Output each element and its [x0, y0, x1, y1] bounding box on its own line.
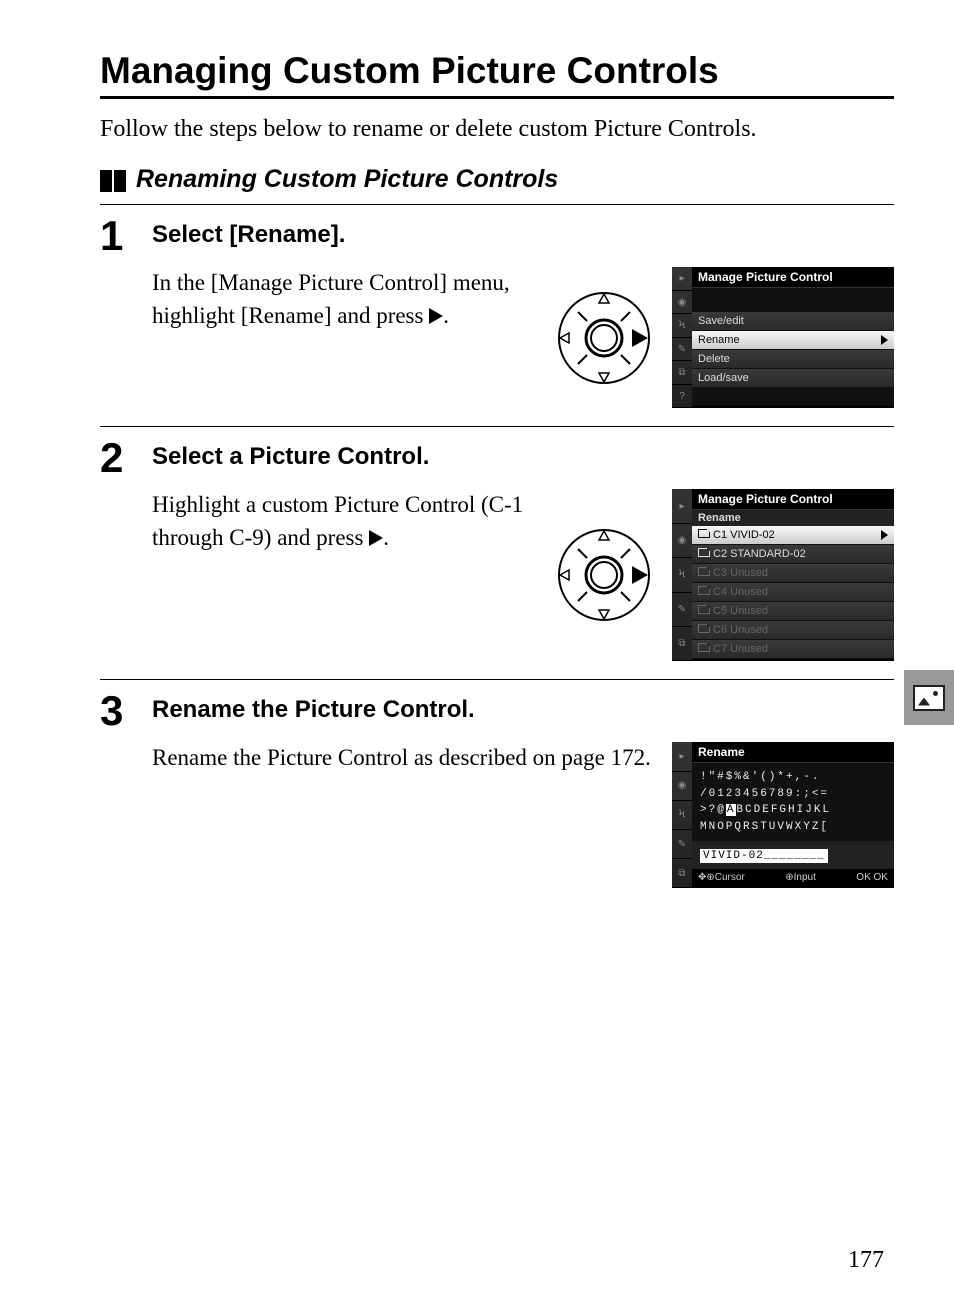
step-2: 2 Select a Picture Control. Highlight a …: [100, 426, 894, 679]
hint-input: ⊕Input: [785, 872, 816, 883]
intro-text: Follow the steps below to rename or dele…: [100, 113, 894, 145]
character-grid: !"#$%&'()*+,-. /0123456789:;<= >?@ABCDEF…: [692, 763, 894, 841]
right-arrow-icon: [881, 530, 888, 540]
lcd-subtitle: Rename: [692, 510, 894, 526]
step-1: 1 Select [Rename]. In the [Manage Pictur…: [100, 204, 894, 426]
picture-control-item: C3 Unused: [692, 564, 894, 583]
lcd-tab-icon: ✎: [672, 338, 692, 362]
lcd-manage-menu: ▸ ◉ Ϟ ✎ ⧉ ? Manage Picture Control Save/…: [672, 267, 894, 408]
step-text: Highlight a custom Picture Control (C-1 …: [152, 489, 540, 553]
subheading-text: Renaming Custom Picture Controls: [136, 165, 558, 194]
lcd-tab-icon: Ϟ: [672, 314, 692, 338]
picture-control-item: C4 Unused: [692, 583, 894, 602]
right-arrow-icon: [881, 335, 888, 345]
step-number: 3: [100, 690, 136, 888]
lcd-rename-keyboard: ▸ ◉ Ϟ ✎ ⧉ Rename !"#$%&'()*+,-. /0123456…: [672, 742, 894, 888]
lcd-tab-icon: Ϟ: [672, 558, 692, 592]
picture-control-item: C5 Unused: [692, 602, 894, 621]
lcd-tab-icon: ✎: [672, 830, 692, 859]
lcd-title: Rename: [692, 742, 894, 763]
rename-input-row: VIVID-02________: [692, 841, 894, 869]
step-text: In the [Manage Picture Control] menu, hi…: [152, 267, 540, 331]
lcd-title: Manage Picture Control: [692, 489, 894, 510]
hint-ok: OK OK: [856, 872, 888, 883]
lcd-title: Manage Picture Control: [692, 267, 894, 288]
lcd-tab-icon: ?: [672, 385, 692, 409]
lcd-tab-icon: ▸: [672, 489, 692, 523]
section-subheading: Renaming Custom Picture Controls: [100, 165, 894, 194]
lcd-tab-icon: ◉: [672, 524, 692, 558]
lcd-tab-icon: ▸: [672, 742, 692, 771]
step-number: 1: [100, 215, 136, 408]
step-heading: Select [Rename].: [152, 221, 894, 249]
lcd-hints: ✥⊕Cursor ⊕Input OK OK: [692, 869, 894, 886]
page-number: 177: [848, 1247, 884, 1274]
picture-control-item: C2 STANDARD-02: [692, 545, 894, 564]
lcd-tab-icon: Ϟ: [672, 801, 692, 830]
right-arrow-icon: [429, 308, 443, 324]
step-3: 3 Rename the Picture Control. Rename the…: [100, 679, 894, 906]
lcd-tab-icon: ⧉: [672, 859, 692, 888]
menu-item: Load/save: [692, 369, 894, 388]
menu-item: Save/edit: [692, 312, 894, 331]
page-title: Managing Custom Picture Controls: [100, 50, 894, 99]
menu-item-selected: Rename: [692, 331, 894, 350]
lcd-tab-icon: ⧉: [672, 627, 692, 661]
picture-section-icon: [904, 670, 954, 725]
picture-control-item: C1 VIVID-02: [692, 526, 894, 545]
lcd-tab-icon: ◉: [672, 772, 692, 801]
menu-item: Delete: [692, 350, 894, 369]
step-heading: Rename the Picture Control.: [152, 696, 894, 724]
picture-control-item: C6 Unused: [692, 621, 894, 640]
lcd-tab-icon: ✎: [672, 593, 692, 627]
lcd-rename-list: ▸ ◉ Ϟ ✎ ⧉ Manage Picture Control Rename …: [672, 489, 894, 661]
lcd-tab-icon: ◉: [672, 291, 692, 315]
step-heading: Select a Picture Control.: [152, 443, 894, 471]
picture-control-item: C7 Unused: [692, 640, 894, 659]
right-arrow-icon: [369, 530, 383, 546]
multi-selector-icon: [554, 525, 654, 625]
multi-selector-icon: [554, 288, 654, 388]
rename-input-value: VIVID-02________: [700, 849, 828, 863]
step-text: Rename the Picture Control as described …: [152, 742, 658, 774]
lcd-tab-icon: ▸: [672, 267, 692, 291]
lcd-tab-icon: ⧉: [672, 361, 692, 385]
heading-marker-icon: [100, 165, 128, 194]
step-number: 2: [100, 437, 136, 661]
hint-cursor: ✥⊕Cursor: [698, 872, 745, 883]
